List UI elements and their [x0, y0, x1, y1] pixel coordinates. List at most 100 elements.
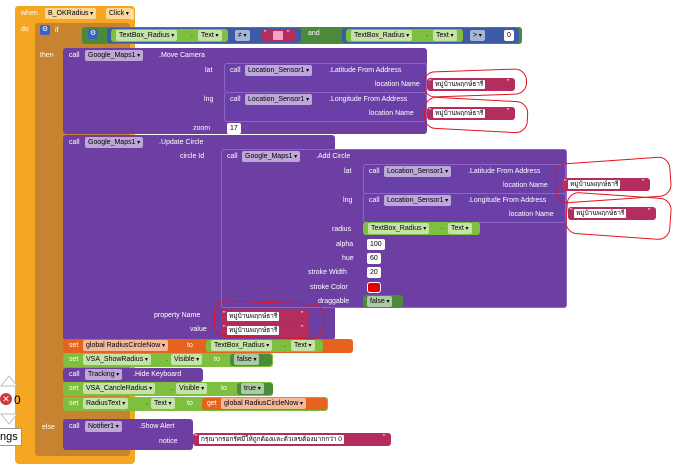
notice-label: notice — [159, 438, 178, 445]
maps-component-dropdown[interactable]: Google_Maps1 — [85, 50, 144, 61]
lng-location-text[interactable]: " หมู่บ้านพฤกษ์ธารี " — [427, 107, 515, 120]
location-name-label: location Name — [369, 110, 414, 117]
error-icon[interactable]: ✕ — [0, 393, 12, 405]
radius-component-dropdown[interactable]: TextBox_Radius — [368, 223, 430, 234]
to-label: to — [221, 385, 227, 392]
add-circle-method: .Add Circle — [316, 153, 351, 160]
location-component-dropdown[interactable]: Location_Sensor1 — [384, 166, 452, 177]
alert-text-value[interactable]: กรุณากรอกรัศมีให้ถูกต้องและตัวเลขต้องมาก… — [199, 435, 344, 444]
set-label: set — [69, 342, 79, 349]
component-dropdown[interactable]: TextBox_Radius — [211, 340, 273, 351]
component-dropdown[interactable]: Notifier1 — [85, 421, 122, 432]
value-label: value — [190, 326, 207, 333]
hue-number[interactable]: 60 — [367, 253, 381, 264]
set-label: set — [69, 356, 79, 363]
get-label: get — [207, 400, 217, 407]
right-prop-dropdown[interactable]: Text — [433, 30, 457, 41]
stroke-width-number[interactable]: 20 — [367, 267, 381, 278]
circle-lat-location-value[interactable]: หมู่บ้านพฤกษ์ธารี — [568, 180, 621, 189]
maps-component-dropdown[interactable]: Google_Maps1 — [85, 137, 144, 148]
gear-icon[interactable]: ⚙ — [88, 29, 98, 39]
zoom-number[interactable]: 17 — [227, 123, 241, 134]
radius-prop-dropdown[interactable]: Text — [448, 223, 472, 234]
call-label: call — [69, 52, 80, 59]
property-name-value[interactable]: หมู่บ้านพฤกษ์ธารี — [227, 312, 280, 321]
lat-from-address-block[interactable]: call Location_Sensor1 .Latitude From Add… — [224, 63, 427, 93]
then-label: then — [40, 52, 54, 59]
prop-dropdown[interactable]: Text — [151, 398, 175, 409]
draggable-bool-block[interactable]: false — [363, 295, 403, 308]
true-bool-block[interactable]: true — [237, 383, 273, 395]
location-component-dropdown[interactable]: Location_Sensor1 — [245, 94, 313, 105]
get-global-radius-block[interactable]: get global RadiusCircleNow — [202, 398, 327, 410]
location-component-dropdown[interactable]: Location_Sensor1 — [384, 195, 452, 206]
call-label: call — [227, 153, 238, 160]
circle-id-label: circle Id — [180, 153, 205, 160]
value-value[interactable]: หมู่บ้านพฤกษ์ธารี — [227, 326, 280, 335]
value-text[interactable]: " หมู่บ้านพฤกษ์ธารี " — [221, 324, 309, 337]
lat-location-value[interactable]: หมู่บ้านพฤกษ์ธารี — [433, 80, 486, 89]
right-component-dropdown[interactable]: TextBox_Radius — [351, 30, 413, 41]
right-getter-block[interactable]: TextBox_Radius . Text — [346, 29, 463, 42]
left-prop-dropdown[interactable]: Text — [198, 30, 222, 41]
stroke-width-label: stroke Width — [308, 269, 347, 276]
component-dropdown[interactable]: Tracking — [85, 369, 123, 380]
draggable-label: draggable — [318, 298, 350, 305]
location-component-dropdown[interactable]: Location_Sensor1 — [245, 65, 313, 76]
component-dropdown[interactable]: VSA_ShowRadius — [83, 354, 151, 365]
circle-lng-location-text[interactable]: " หมู่บ้านพฤกษ์ธารี " — [568, 207, 656, 220]
hide-keyboard-block[interactable]: call Tracking .Hide Keyboard — [63, 368, 203, 382]
alpha-number[interactable]: 100 — [367, 239, 385, 250]
gt-compare-block[interactable]: TextBox_Radius . Text > 0 — [342, 28, 519, 43]
draggable-dropdown[interactable]: false — [367, 296, 393, 307]
global-var-dropdown[interactable]: global RadiusCircleNow — [221, 398, 306, 409]
radius-getter-block[interactable]: TextBox_Radius . Text — [363, 222, 480, 235]
left-getter-block[interactable]: TextBox_Radius . Text — [111, 29, 228, 42]
left-component-dropdown[interactable]: TextBox_Radius — [116, 30, 178, 41]
show-alert-block[interactable]: call Notifier1 .Show Alert notice — [63, 419, 193, 450]
circle-lng-location-value[interactable]: หมู่บ้านพฤกษ์ธารี — [574, 209, 627, 218]
alert-text[interactable]: " กรุณากรอกรัศมีให้ถูกต้องและตัวเลขต้องมา… — [193, 433, 391, 446]
component-dropdown[interactable]: VSA_CancleRadius — [83, 383, 156, 394]
lat-location-text[interactable]: " หมู่บ้านพฤกษ์ธารี " — [427, 78, 515, 91]
location-name-label: location Name — [503, 182, 548, 189]
move-camera-method: .Move Camera — [159, 52, 205, 59]
stroke-color-swatch[interactable] — [367, 282, 381, 293]
gear-icon[interactable]: ⚙ — [40, 25, 50, 35]
false-bool-block[interactable]: false — [230, 354, 272, 366]
set-label: set — [69, 400, 79, 407]
zoom-label: zoom — [193, 125, 211, 132]
radius-text-getter[interactable]: TextBox_Radius . Text — [206, 340, 323, 352]
when-label-2: when — [21, 10, 38, 17]
maps-component-dropdown[interactable]: Google_Maps1 — [242, 151, 301, 162]
neq-compare-block[interactable]: TextBox_Radius . Text ≠ "" — [107, 28, 301, 43]
show-alert-method: .Show Alert — [139, 423, 175, 430]
event-click-field[interactable]: Click — [106, 8, 132, 19]
event-component-field[interactable]: B_OKRadius — [45, 8, 97, 19]
bool-dropdown[interactable]: true — [241, 383, 264, 394]
workspace-button-label: ngs — [0, 431, 18, 443]
lng-from-address-block[interactable]: call Location_Sensor1 .Longitude From Ad… — [224, 92, 427, 122]
lng-location-value[interactable]: หมู่บ้านพฤกษ์ธารี — [433, 109, 486, 118]
gt-operator[interactable]: > — [470, 30, 485, 41]
global-var-dropdown[interactable]: global RadiusCircleNow — [83, 340, 168, 351]
bool-dropdown[interactable]: false — [234, 354, 260, 365]
zero-number[interactable]: 0 — [504, 30, 514, 41]
hide-keyboard-method: .Hide Keyboard — [133, 371, 182, 378]
call-label: call — [69, 423, 80, 430]
prop-dropdown[interactable]: Visible — [176, 383, 208, 394]
empty-text-block[interactable]: " " — [262, 29, 296, 42]
circle-lat-location-text[interactable]: " หมู่บ้านพฤกษ์ธารี " — [562, 178, 650, 191]
do-label: do — [21, 26, 29, 33]
lng-from-address-block-2[interactable]: call Location_Sensor1 .Longitude From Ad… — [363, 193, 566, 223]
prop-dropdown[interactable]: Text — [291, 340, 315, 351]
neq-operator[interactable]: ≠ — [235, 30, 250, 41]
property-name-text[interactable]: " หมู่บ้านพฤกษ์ธารี " — [221, 310, 309, 323]
and-label[interactable]: and — [308, 29, 320, 39]
prop-dropdown[interactable]: Visible — [171, 354, 203, 365]
empty-text-value[interactable] — [273, 31, 283, 40]
workspace-button[interactable]: ngs — [0, 428, 22, 446]
lat-from-address-block-2[interactable]: call Location_Sensor1 .Latitude From Add… — [363, 164, 566, 194]
component-dropdown[interactable]: RadiusText — [83, 398, 129, 409]
call-label: call — [369, 168, 380, 175]
